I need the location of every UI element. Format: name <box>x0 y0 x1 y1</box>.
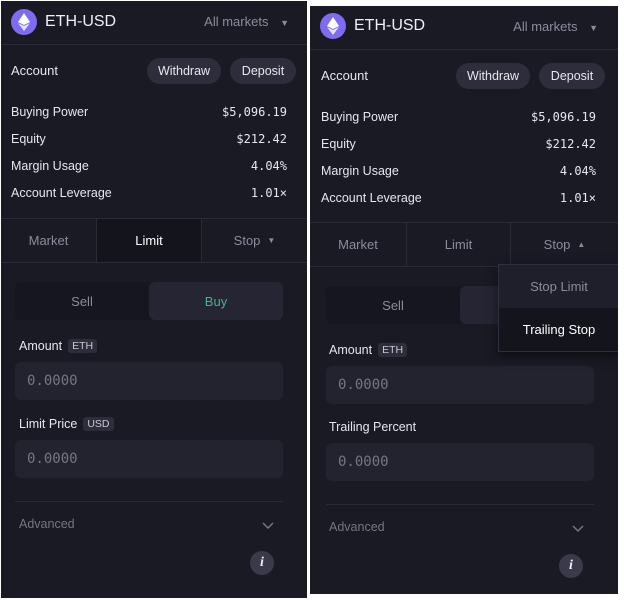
margin-usage-label: Margin Usage <box>11 159 89 173</box>
trailing-percent-field[interactable] <box>326 443 594 481</box>
info-icon[interactable]: i <box>250 551 274 575</box>
account-leverage-value: 1.01× <box>250 186 287 200</box>
buy-button[interactable]: Buy <box>149 282 283 320</box>
markets-dropdown-label: All markets <box>513 19 578 34</box>
limit-price-label: Limit Price USD <box>19 417 114 431</box>
tab-stop[interactable]: Stop ▼ <box>202 219 307 262</box>
trailing-percent-label: Trailing Percent <box>329 420 416 434</box>
buying-power-label: Buying Power <box>11 105 89 119</box>
margin-usage-label: Margin Usage <box>321 164 399 178</box>
buying-power-label: Buying Power <box>321 110 399 124</box>
amount-input[interactable] <box>338 377 594 393</box>
advanced-toggle-label[interactable]: Advanced <box>329 520 385 534</box>
trailing-percent-input[interactable] <box>338 454 594 470</box>
deposit-button[interactable]: Deposit <box>539 63 605 89</box>
account-label: Account <box>321 68 368 83</box>
equity-label: Equity <box>321 137 356 151</box>
margin-usage-value: 4.04% <box>559 164 596 178</box>
caret-up-icon: ▲ <box>577 240 586 249</box>
chevron-down-icon[interactable] <box>572 520 584 538</box>
equity-value: $212.42 <box>545 137 596 151</box>
markets-dropdown-label: All markets <box>204 14 269 29</box>
ethereum-icon <box>11 9 37 35</box>
tab-limit[interactable]: Limit <box>97 219 201 262</box>
caret-down-icon: ▼ <box>280 18 289 28</box>
amount-field[interactable] <box>15 362 283 400</box>
amount-label: Amount ETH <box>329 343 408 357</box>
amount-label: Amount ETH <box>19 339 98 353</box>
markets-dropdown[interactable]: All markets ▼ <box>513 19 598 36</box>
tab-limit[interactable]: Limit <box>407 223 510 266</box>
tab-stop-label: Stop <box>543 237 571 252</box>
menu-item-stop-limit[interactable]: Stop Limit <box>499 265 618 308</box>
limit-price-field[interactable] <box>15 440 283 478</box>
amount-unit-badge: ETH <box>378 343 408 357</box>
limit-price-unit-badge: USD <box>83 417 114 431</box>
withdraw-button[interactable]: Withdraw <box>456 63 530 89</box>
trade-panel-limit: ETH-USD All markets ▼ Account Withdraw D… <box>1 1 307 598</box>
market-header: ETH-USD All markets ▼ <box>1 1 307 45</box>
info-icon[interactable]: i <box>559 554 583 578</box>
market-title[interactable]: ETH-USD <box>354 15 425 37</box>
stop-type-menu: Stop Limit Trailing Stop <box>498 264 618 352</box>
account-leverage-label: Account Leverage <box>321 191 422 205</box>
order-type-tabs: Market Limit Stop ▼ <box>1 218 307 263</box>
trade-panel-trailing-stop: ETH-USD All markets ▼ Account Withdraw D… <box>310 6 618 594</box>
buying-power-value: $5,096.19 <box>221 105 287 119</box>
order-type-tabs: Market Limit Stop ▲ <box>310 222 618 267</box>
markets-dropdown[interactable]: All markets ▼ <box>204 14 289 31</box>
menu-item-trailing-stop[interactable]: Trailing Stop <box>499 308 618 351</box>
divider <box>326 504 594 505</box>
account-label: Account <box>11 63 58 78</box>
amount-label-text: Amount <box>329 343 373 357</box>
margin-usage-value: 4.04% <box>250 159 287 173</box>
tab-stop[interactable]: Stop ▲ <box>511 223 618 266</box>
sell-button[interactable]: Sell <box>326 286 460 324</box>
caret-down-icon: ▼ <box>589 23 598 33</box>
amount-input[interactable] <box>27 373 283 389</box>
caret-down-icon: ▼ <box>267 236 276 245</box>
trailing-percent-label-text: Trailing Percent <box>329 420 417 434</box>
limit-price-label-text: Limit Price <box>19 417 78 431</box>
advanced-toggle-label[interactable]: Advanced <box>19 517 75 531</box>
account-leverage-value: 1.01× <box>559 191 596 205</box>
buying-power-value: $5,096.19 <box>530 110 596 124</box>
equity-label: Equity <box>11 132 46 146</box>
equity-value: $212.42 <box>236 132 287 146</box>
tab-market[interactable]: Market <box>1 219 96 262</box>
ethereum-icon <box>320 13 346 39</box>
market-title[interactable]: ETH-USD <box>45 11 116 33</box>
amount-label-text: Amount <box>19 339 63 353</box>
withdraw-button[interactable]: Withdraw <box>147 58 221 84</box>
limit-price-input[interactable] <box>27 451 283 467</box>
amount-field[interactable] <box>326 366 594 404</box>
divider <box>15 501 283 502</box>
account-leverage-label: Account Leverage <box>11 186 112 200</box>
market-header: ETH-USD All markets ▼ <box>310 6 618 50</box>
chevron-down-icon[interactable] <box>262 517 274 535</box>
deposit-button[interactable]: Deposit <box>230 58 296 84</box>
sell-button[interactable]: Sell <box>15 282 149 320</box>
tab-stop-label: Stop <box>233 233 261 248</box>
amount-unit-badge: ETH <box>68 339 98 353</box>
tab-market[interactable]: Market <box>310 223 406 266</box>
side-toggle: Sell Buy <box>15 282 283 320</box>
